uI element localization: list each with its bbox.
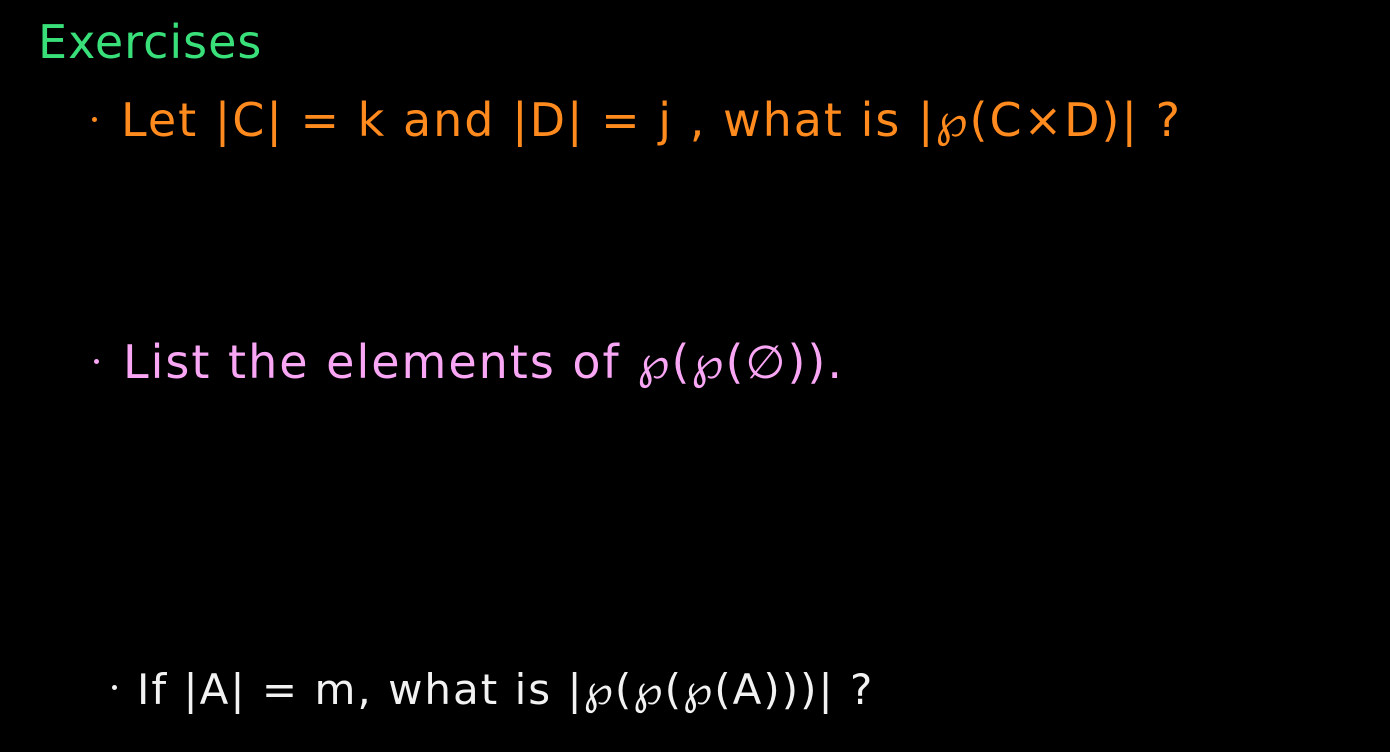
whiteboard-canvas: Exercises Let |C| = k and |D| = j , what… — [0, 0, 1390, 752]
page-title: Exercises — [38, 15, 263, 69]
bullet-dot-icon — [112, 685, 117, 690]
bullet-dot-icon — [94, 359, 99, 364]
exercise-item-1: Let |C| = k and |D| = j , what is |℘(C×D… — [92, 84, 1182, 156]
bullet-dot-icon — [92, 117, 97, 122]
exercise-text: If |A| = m, what is |℘(℘(℘(A)))| ? — [137, 665, 875, 714]
exercise-item-3: If |A| = m, what is |℘(℘(℘(A)))| ? — [112, 654, 874, 726]
exercise-text: Let |C| = k and |D| = j , what is |℘(C×D… — [121, 93, 1183, 147]
exercise-text: List the elements of ℘(℘(∅)). — [123, 335, 845, 389]
exercise-item-2: List the elements of ℘(℘(∅)). — [94, 326, 844, 398]
